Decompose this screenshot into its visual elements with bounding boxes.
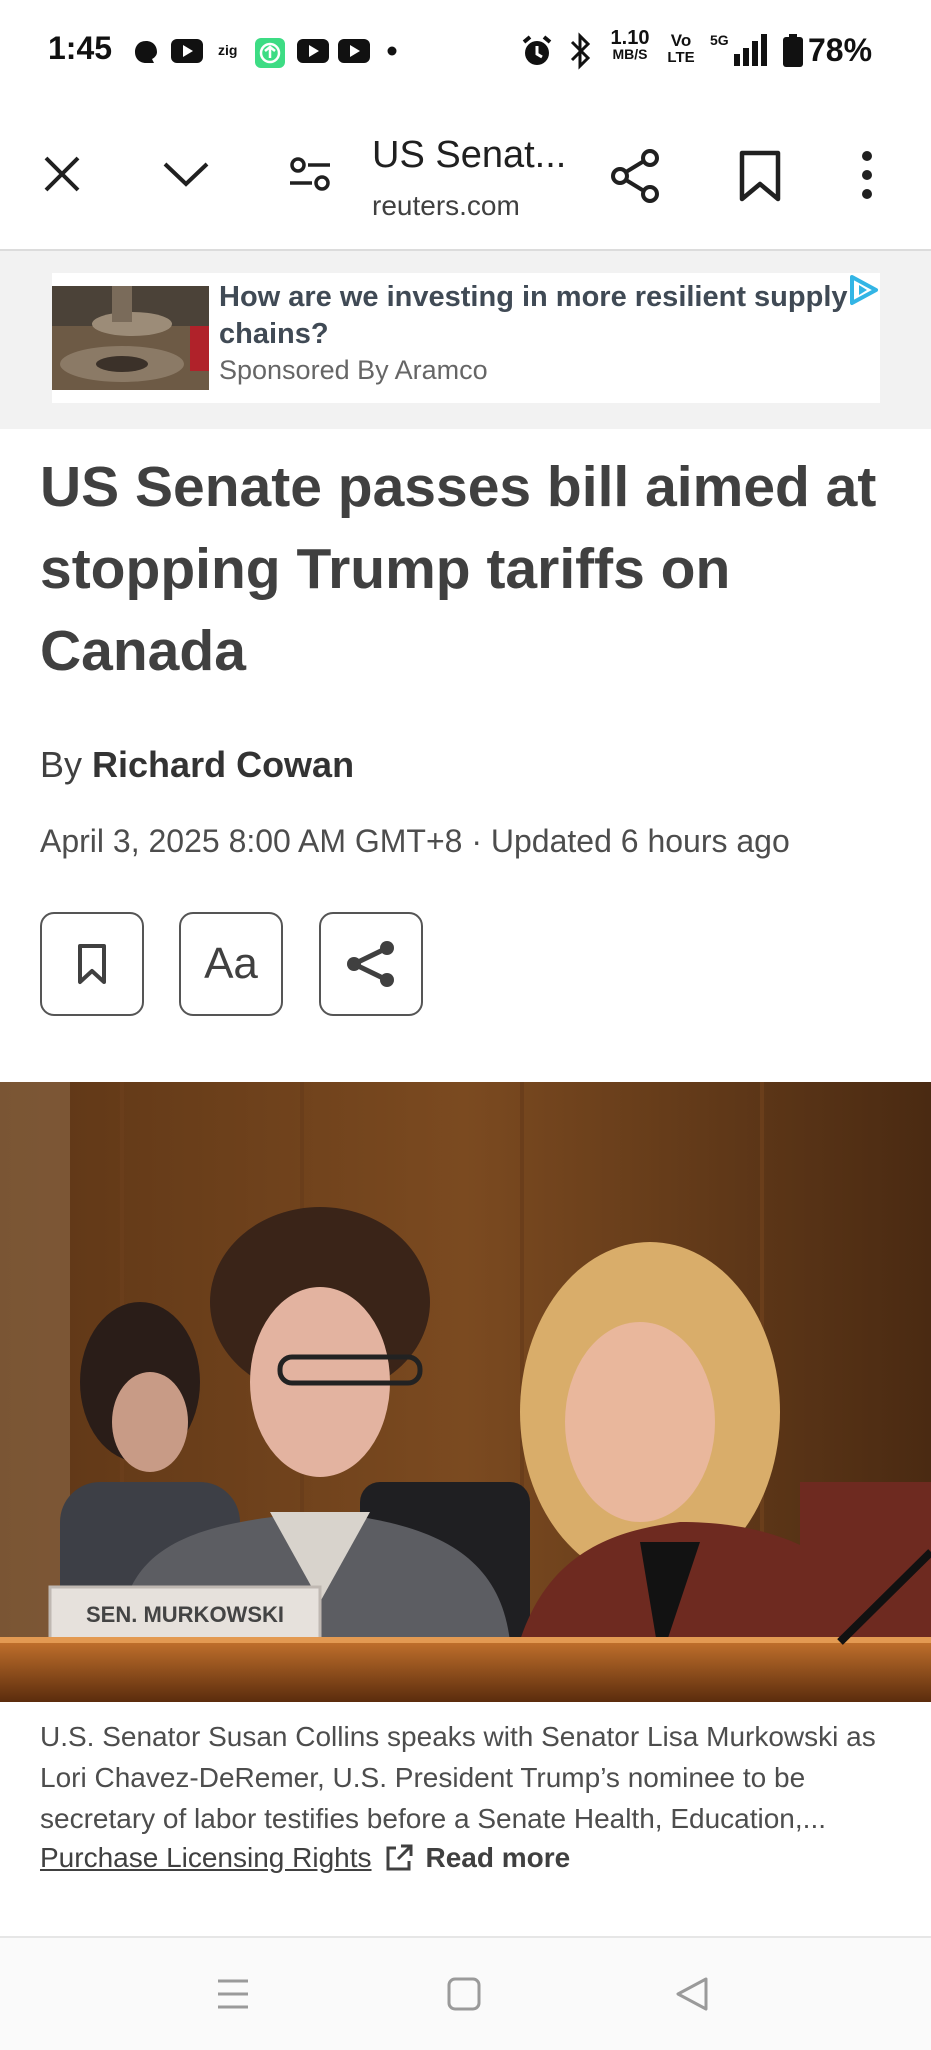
browser-toolbar: US Senat... reuters.com [0,104,931,251]
byline: By Richard Cowan [40,744,354,786]
youtube-icon [171,39,203,63]
net-speed-unit: MB/S [612,46,648,62]
ad-sponsor: Sponsored By Aramco [219,355,488,385]
adchoices-icon[interactable] [846,273,880,307]
ad-headline[interactable]: How are we investing in more resilient s… [219,279,859,353]
read-more-link[interactable]: Read more [426,1842,571,1874]
chevron-down-icon[interactable] [162,160,210,188]
author-name[interactable]: Richard Cowan [92,744,354,785]
alarm-icon [522,35,552,65]
page-domain[interactable]: reuters.com [372,190,520,222]
close-icon[interactable] [42,154,82,194]
article-photo[interactable]: SEN. MURKOWSKI [0,1082,931,1702]
volte-bottom: LTE [667,49,695,66]
ad-image[interactable] [52,286,209,390]
bluetooth-icon [570,32,591,70]
volte-indicator: Vo LTE [664,32,698,66]
byline-prefix: By [40,744,83,785]
article-headline: US Senate passes bill aimed at stopping … [40,455,877,683]
nameplate-text: SEN. MURKOWSKI [86,1602,284,1627]
licensing-row: Purchase Licensing Rights Read more [40,1842,570,1874]
purchase-licensing-link[interactable]: Purchase Licensing Rights [40,1842,372,1874]
green-app-icon [255,38,285,68]
more-options-icon[interactable] [860,150,874,200]
bookmark-article-button[interactable] [40,912,144,1016]
share-icon [347,941,394,987]
text-size-label: Aa [204,939,258,988]
back-icon[interactable] [674,1976,710,2012]
home-icon[interactable] [446,1976,482,2012]
bookmark-icon[interactable] [738,150,782,202]
status-bar: 1:45 zig 1.10 MB/S Vo LTE 5G 78% [0,0,931,104]
dot-icon [387,46,397,56]
dateline: April 3, 2025 8:00 AM GMT+8 · Updated 6 … [40,823,790,859]
net-speed-value: 1.10 [610,27,650,49]
threads-icon [135,41,157,63]
youtube-icon [338,39,370,63]
share-icon[interactable] [610,148,662,204]
recent-apps-icon[interactable] [216,1978,250,2010]
sponsored-ad[interactable]: How are we investing in more resilient s… [52,273,880,403]
youtube-icon [297,39,329,63]
text-size-button[interactable]: Aa [179,912,283,1016]
net-speed: 1.10 MB/S [608,27,652,62]
volte-top: Vo [670,31,692,50]
page-title[interactable]: US Senat... [372,134,566,177]
share-article-button[interactable] [319,912,423,1016]
signal-icon [734,34,767,66]
system-nav-bar [0,1936,931,2050]
photo-caption: U.S. Senator Susan Collins speaks with S… [40,1721,876,1834]
status-time: 1:45 [48,30,113,66]
zig-icon: zig [218,42,238,58]
ad-section: How are we investing in more resilient s… [0,251,931,429]
bookmark-icon [78,944,106,984]
page-info-icon[interactable] [288,156,332,192]
battery-icon [783,34,803,67]
battery-percentage: 78% [808,32,873,68]
external-link-icon [386,1844,413,1871]
